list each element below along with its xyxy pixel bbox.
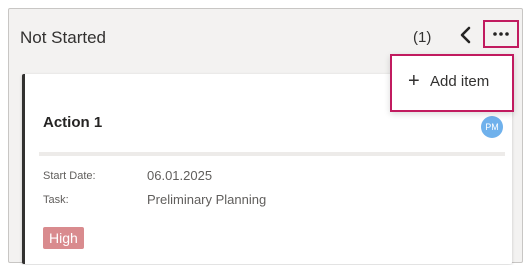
more-horizontal-icon	[493, 32, 509, 36]
card-title: Action 1	[43, 114, 103, 131]
task-label: Task:	[43, 194, 69, 206]
start-date-value: 06.01.2025	[147, 168, 213, 183]
task-value: Preliminary Planning	[147, 192, 267, 207]
column-title: Not Started	[20, 28, 106, 47]
priority-badge: High	[43, 227, 84, 249]
assignee-avatar[interactable]: PM	[481, 116, 503, 138]
collapse-button[interactable]	[457, 23, 475, 47]
add-item-label: Add item	[430, 73, 490, 90]
dropdown-menu: + Add item	[390, 54, 514, 112]
start-date-label: Start Date:	[43, 170, 96, 182]
card-divider	[39, 152, 505, 156]
plus-icon: +	[408, 70, 420, 92]
kanban-column-not-started: Not Started (1) Action 1 PM Start Date: …	[8, 8, 523, 264]
item-count: (1)	[413, 29, 432, 46]
more-options-button[interactable]	[483, 20, 519, 48]
add-item-menu-item[interactable]: + Add item	[392, 56, 512, 110]
chevron-left-icon	[460, 26, 471, 44]
